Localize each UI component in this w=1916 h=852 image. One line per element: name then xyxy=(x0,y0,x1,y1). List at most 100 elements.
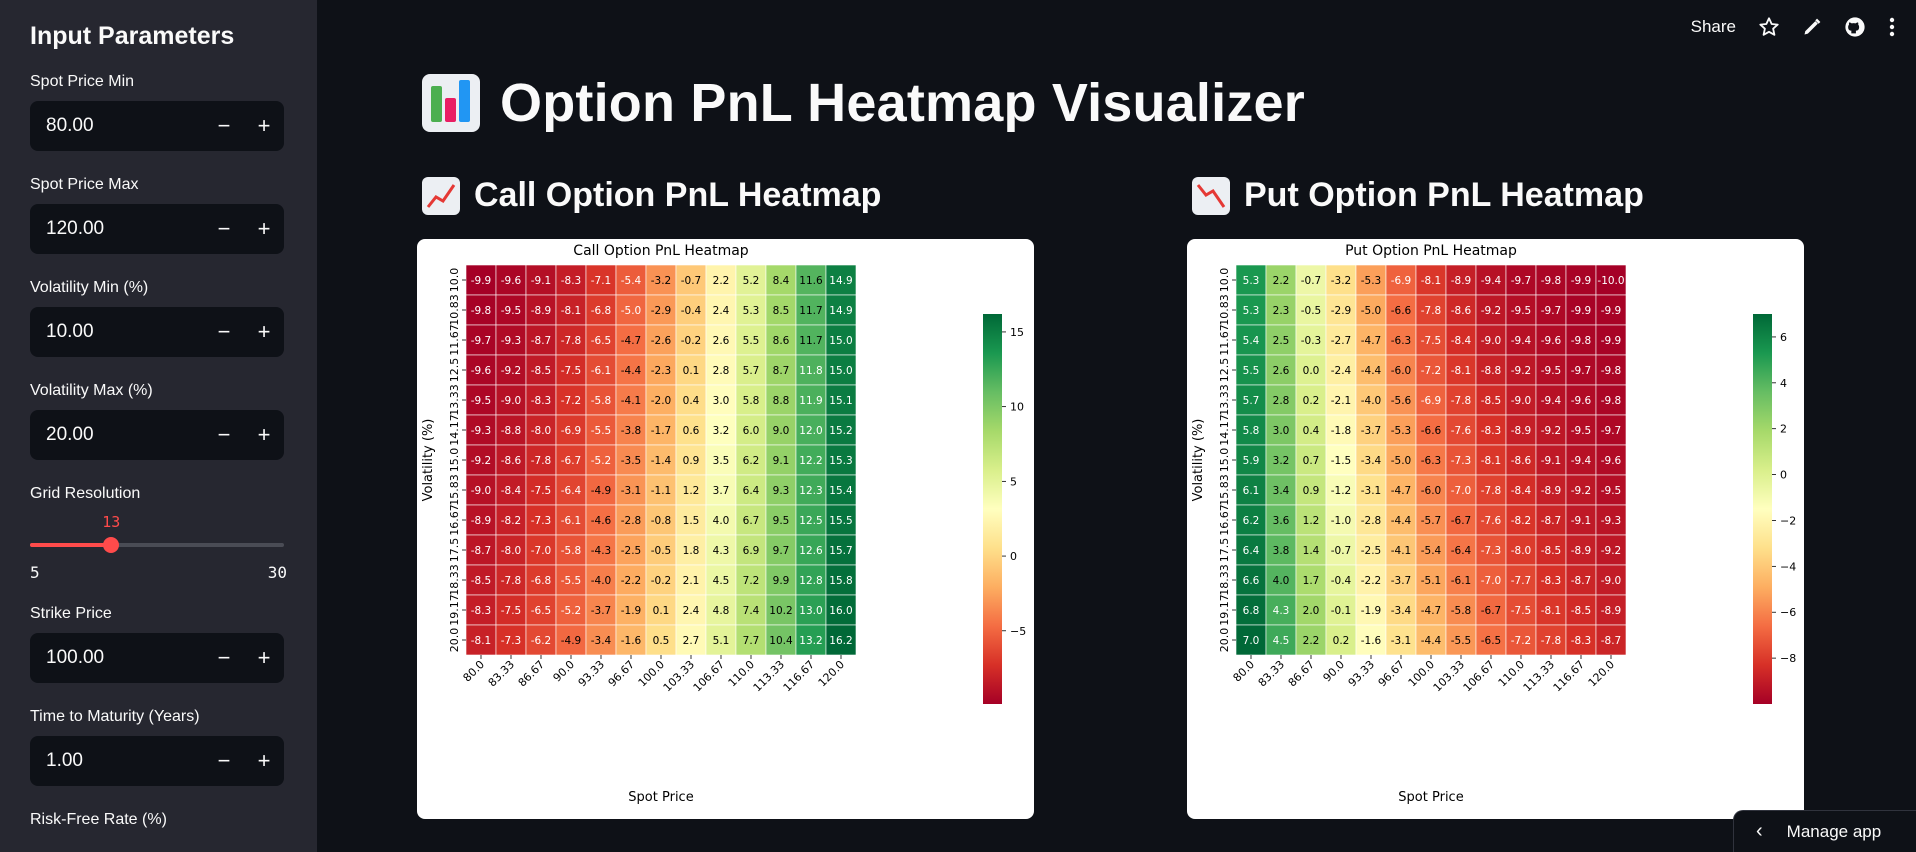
more-menu-icon[interactable] xyxy=(1888,16,1896,38)
cell-label: -7.5 xyxy=(501,605,522,617)
cell-label: -7.7 xyxy=(1511,575,1532,587)
github-icon[interactable] xyxy=(1844,16,1866,38)
cell-label: -4.0 xyxy=(591,575,612,587)
call-section-text: Call Option PnL Heatmap xyxy=(474,176,882,214)
vol-min-input[interactable]: 10.00 − + xyxy=(30,307,284,357)
cell-label: 5.9 xyxy=(1243,455,1260,467)
cell-label: 7.0 xyxy=(1243,635,1260,647)
cell-label: 2.4 xyxy=(683,605,700,617)
cell-label: -7.0 xyxy=(531,545,552,557)
manage-app-button[interactable]: ‹ Manage app xyxy=(1733,810,1916,852)
cell-label: -5.4 xyxy=(621,275,642,287)
maturity-input[interactable]: 1.00 − + xyxy=(30,736,284,786)
cell-label: -6.5 xyxy=(531,605,552,617)
cell-label: -3.4 xyxy=(1391,605,1412,617)
increment-button[interactable]: + xyxy=(244,422,284,448)
cell-label: -1.8 xyxy=(1331,425,1352,437)
cell-label: -9.9 xyxy=(471,275,492,287)
grid-resolution-slider[interactable]: 13 5 30 xyxy=(30,513,287,585)
cell-label: -8.9 xyxy=(471,515,492,527)
decrement-button[interactable]: − xyxy=(204,319,244,345)
cell-label: -8.6 xyxy=(1451,305,1472,317)
cell-label: -9.8 xyxy=(471,305,492,317)
decrement-button[interactable]: − xyxy=(204,113,244,139)
cell-label: 5.1 xyxy=(713,635,730,647)
cell-label: 0.1 xyxy=(683,365,700,377)
cell-label: 5.8 xyxy=(1243,425,1260,437)
decrement-button[interactable]: − xyxy=(204,645,244,671)
increment-button[interactable]: + xyxy=(244,645,284,671)
cell-label: -2.0 xyxy=(651,395,672,407)
cell-label: 2.0 xyxy=(1303,605,1320,617)
edit-icon[interactable] xyxy=(1802,17,1822,37)
input-value[interactable]: 20.00 xyxy=(30,424,204,446)
cell-label: -5.0 xyxy=(1361,305,1382,317)
slider-thumb[interactable] xyxy=(103,537,120,553)
put-section-text: Put Option PnL Heatmap xyxy=(1244,176,1644,214)
cell-label: -6.7 xyxy=(1481,605,1502,617)
cell-label: 6.4 xyxy=(743,485,760,497)
cell-label: -8.9 xyxy=(1541,485,1562,497)
cell-label: -2.9 xyxy=(651,305,672,317)
cell-label: -9.5 xyxy=(1511,305,1532,317)
share-button[interactable]: Share xyxy=(1691,17,1736,37)
cell-label: -7.3 xyxy=(531,515,552,527)
cell-label: -6.7 xyxy=(1451,515,1472,527)
cell-label: -8.5 xyxy=(1481,395,1502,407)
vol-max-input[interactable]: 20.00 − + xyxy=(30,410,284,460)
y-axis-label: Volatility (%) xyxy=(1191,419,1206,502)
decrement-button[interactable]: − xyxy=(204,216,244,242)
cell-label: 5.3 xyxy=(743,305,760,317)
cell-label: 5.5 xyxy=(1243,365,1260,377)
cell-label: 2.6 xyxy=(713,335,730,347)
cell-label: -8.7 xyxy=(471,545,492,557)
cell-label: 12.2 xyxy=(799,455,822,467)
spot-max-input[interactable]: 120.00 − + xyxy=(30,204,284,254)
cell-label: -8.1 xyxy=(1481,455,1502,467)
cell-label: 2.3 xyxy=(1273,305,1290,317)
decrement-button[interactable]: − xyxy=(204,748,244,774)
cell-label: -9.8 xyxy=(1571,335,1592,347)
cell-label: -9.1 xyxy=(531,275,552,287)
input-value[interactable]: 1.00 xyxy=(30,750,204,772)
cell-label: 3.2 xyxy=(713,425,730,437)
input-value[interactable]: 10.00 xyxy=(30,321,204,343)
increment-button[interactable]: + xyxy=(244,748,284,774)
cell-label: 16.0 xyxy=(829,605,852,617)
cell-label: -9.8 xyxy=(1541,275,1562,287)
cell-label: -9.8 xyxy=(1601,365,1622,377)
increment-button[interactable]: + xyxy=(244,216,284,242)
cell-label: -3.4 xyxy=(591,635,612,647)
cell-label: 5.3 xyxy=(1243,275,1260,287)
spot-min-input[interactable]: 80.00 − + xyxy=(30,101,284,151)
cell-label: -0.8 xyxy=(651,515,672,527)
cell-label: 2.8 xyxy=(713,365,730,377)
cell-label: 1.8 xyxy=(683,545,700,557)
cell-label: -8.2 xyxy=(1511,515,1532,527)
star-icon[interactable] xyxy=(1758,16,1780,38)
y-tick-label: 20.0 xyxy=(448,628,461,653)
increment-button[interactable]: + xyxy=(244,319,284,345)
y-tick-label: 12.5 xyxy=(1218,358,1231,383)
chart-decreasing-icon xyxy=(1192,176,1230,215)
decrement-button[interactable]: − xyxy=(204,422,244,448)
slider-fill xyxy=(30,543,112,547)
cell-label: -0.7 xyxy=(1331,545,1352,557)
increment-button[interactable]: + xyxy=(244,113,284,139)
input-value[interactable]: 100.00 xyxy=(30,647,204,669)
x-tick-label: 83.33 xyxy=(486,658,517,689)
cell-label: -5.4 xyxy=(1421,545,1442,557)
cell-label: 15.0 xyxy=(829,365,852,377)
cell-label: -6.8 xyxy=(591,305,612,317)
input-value[interactable]: 120.00 xyxy=(30,218,204,240)
input-value[interactable]: 80.00 xyxy=(30,115,204,137)
cell-label: -7.8 xyxy=(531,455,552,467)
cell-label: 15.7 xyxy=(829,545,852,557)
strike-input[interactable]: 100.00 − + xyxy=(30,633,284,683)
cell-label: -7.3 xyxy=(501,635,522,647)
cell-label: -8.3 xyxy=(471,605,492,617)
cell-label: 4.0 xyxy=(713,515,730,527)
cell-label: -3.1 xyxy=(1391,635,1412,647)
cell-label: -1.5 xyxy=(1331,455,1352,467)
x-tick-label: 93.33 xyxy=(576,658,607,689)
